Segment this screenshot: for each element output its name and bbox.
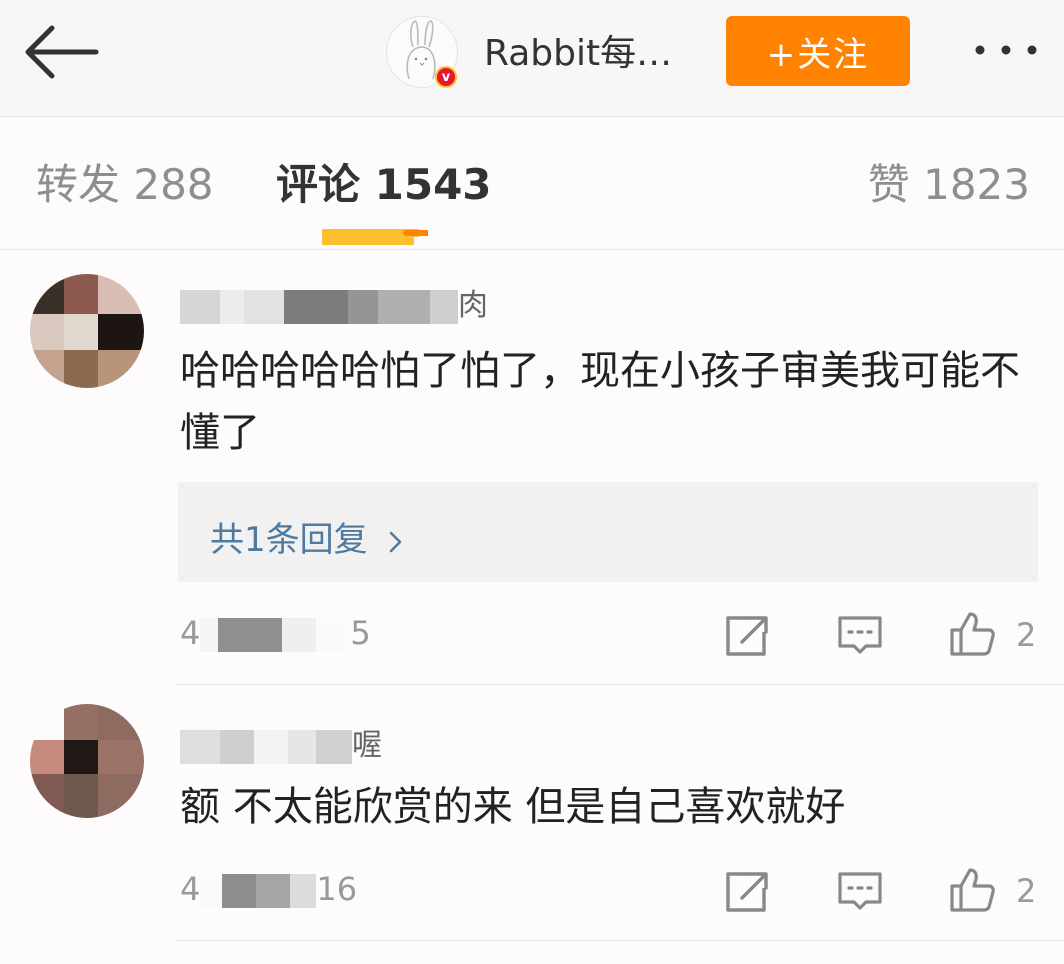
tab-active-indicator xyxy=(322,229,428,245)
redaction-block xyxy=(200,874,223,908)
share-icon xyxy=(726,872,768,912)
redaction-block xyxy=(254,729,288,764)
comment-icon xyxy=(838,616,882,654)
tab-comments[interactable]: 评论 1543 xyxy=(276,157,492,213)
redaction-block xyxy=(316,618,351,652)
verified-badge: v xyxy=(435,66,457,88)
like-count: 2 xyxy=(1016,616,1037,654)
redaction-block xyxy=(378,289,430,324)
redaction-block xyxy=(220,729,254,764)
comment-divider xyxy=(176,684,1064,685)
chevron-right-icon xyxy=(390,531,402,552)
comment-text: 额 不太能欣赏的来 但是自己喜欢就好 xyxy=(180,784,846,830)
redaction-block xyxy=(180,289,220,324)
like-count: 2 xyxy=(1016,872,1037,910)
redaction-block xyxy=(284,289,348,324)
commenter-name-visible: 肉 xyxy=(458,288,488,323)
thumbs-up-icon xyxy=(950,868,995,912)
back-button[interactable] xyxy=(18,18,102,88)
redaction-block xyxy=(282,618,317,652)
redaction-block xyxy=(256,874,291,908)
tab-likes[interactable]: 赞 1823 xyxy=(868,157,1030,213)
redaction-block xyxy=(180,729,220,764)
comment-icon xyxy=(838,872,882,910)
author-name[interactable]: Rabbit每… xyxy=(484,30,672,78)
redaction-block xyxy=(316,729,352,764)
redaction-block xyxy=(348,289,378,324)
redaction-block xyxy=(220,289,244,324)
top-bar: v Rabbit每… +关注 xyxy=(0,0,1064,117)
commenter-avatar[interactable] xyxy=(30,274,144,388)
follow-button[interactable]: +关注 xyxy=(726,16,910,86)
redaction-block xyxy=(288,729,316,764)
redaction-block xyxy=(218,618,283,652)
redaction-block xyxy=(244,289,284,324)
tab-bar: 转发 288 评论 1543 赞 1823 xyxy=(0,117,1064,250)
share-icon xyxy=(726,616,768,656)
tab-repost[interactable]: 转发 288 xyxy=(36,157,214,213)
comment-time: 45 xyxy=(180,614,371,652)
like-button[interactable] xyxy=(948,866,996,914)
reply-summary[interactable]: 共1条回复 xyxy=(178,482,1038,582)
like-button[interactable] xyxy=(948,610,996,658)
share-button[interactable] xyxy=(722,612,770,660)
comment-time: 4 16 xyxy=(180,870,358,908)
reply-summary-label: 共1条回复 xyxy=(210,512,406,561)
thumbs-up-icon xyxy=(950,612,995,656)
redaction-block xyxy=(290,874,317,908)
share-button[interactable] xyxy=(722,868,770,916)
redaction-block xyxy=(222,874,257,908)
arrow-left-icon xyxy=(25,25,99,79)
commenter-name-visible: 喔 xyxy=(352,728,382,763)
comment-button[interactable] xyxy=(836,612,884,660)
redaction-block xyxy=(200,618,219,652)
comment-button[interactable] xyxy=(836,868,884,916)
comment-text: 哈哈哈哈哈怕了怕了，现在小孩子审美我可能不懂了 xyxy=(180,348,1020,456)
more-dots-icon xyxy=(975,45,1037,55)
redaction-block xyxy=(430,289,458,324)
commenter-name[interactable]: 喔 xyxy=(180,720,382,764)
more-button[interactable] xyxy=(966,30,1046,70)
comment-divider xyxy=(176,940,1064,941)
commenter-avatar[interactable] xyxy=(30,704,144,818)
commenter-name[interactable]: 肉 xyxy=(180,280,488,324)
